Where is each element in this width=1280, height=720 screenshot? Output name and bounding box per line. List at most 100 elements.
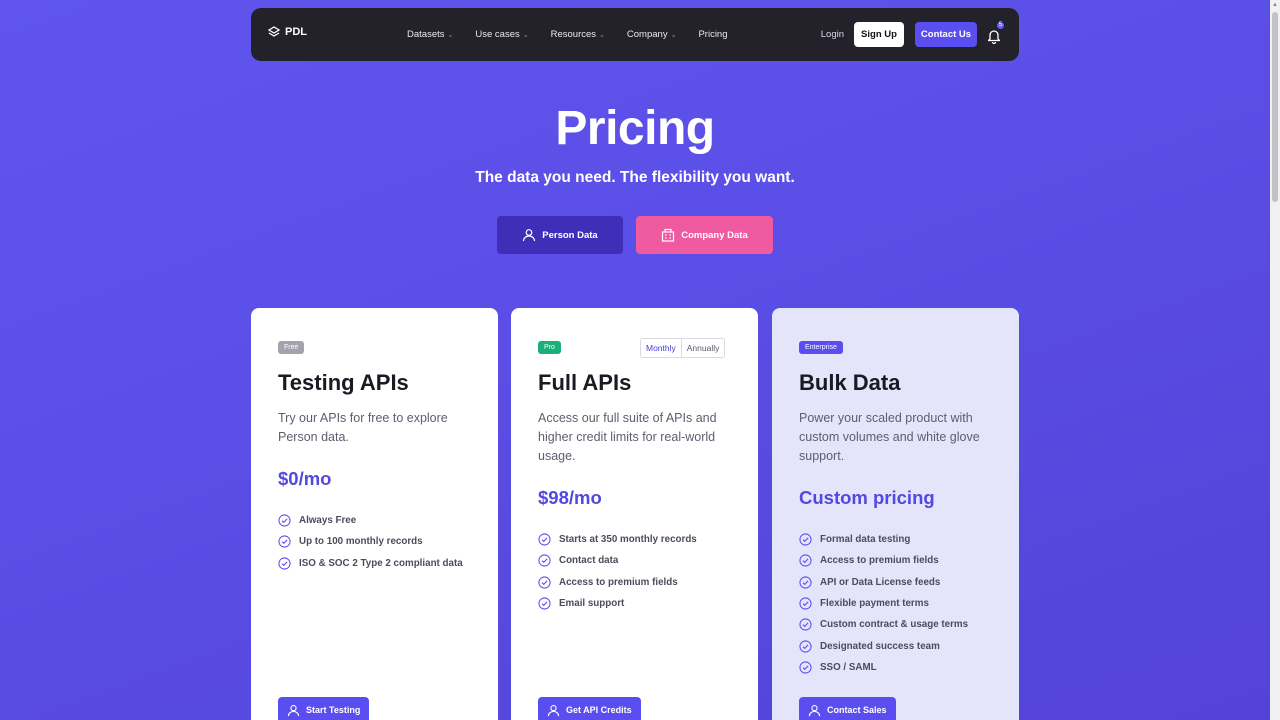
check-circle-icon: [538, 597, 551, 610]
plan-price: $0/mo: [278, 468, 332, 489]
check-circle-icon: [799, 533, 812, 546]
feature-label: Access to premium fields: [820, 555, 939, 567]
pdl-logo-icon: [267, 26, 281, 37]
nav-links: Datasets ⌄ Use cases ⌄ Resources ⌄ Company ⌄…: [407, 8, 750, 61]
start-testing-button[interactable]: Start Testing: [278, 697, 370, 720]
cta-label: Start Testing: [306, 705, 361, 715]
chevron-down-icon: ⌄: [522, 31, 529, 39]
feature-label: ISO & SOC 2 Type 2 compliant data: [299, 557, 463, 569]
billing-monthly-option[interactable]: Monthly: [641, 339, 682, 357]
feature-label: Contact data: [559, 555, 619, 567]
person-data-label: Person Data: [542, 229, 598, 241]
feature-item: Contact data: [538, 550, 697, 571]
building-icon: [662, 228, 675, 242]
nav-item-label: Company: [626, 29, 668, 40]
login-link[interactable]: Login: [821, 29, 844, 40]
feature-item: Up to 100 monthly records: [278, 531, 463, 552]
chevron-down-icon: ⌄: [670, 31, 677, 39]
top-nav: PDL Datasets ⌄ Use cases ⌄ Resources ⌄ Comp…: [251, 8, 1019, 61]
plan-title: Full APIs: [538, 370, 632, 395]
feature-item: ISO & SOC 2 Type 2 compliant data: [278, 553, 463, 574]
plan-description: Access our full suite of APIs and higher…: [538, 411, 717, 463]
nav-item-label: Use cases: [475, 29, 520, 40]
contact-us-button[interactable]: Contact Us: [915, 22, 977, 47]
check-circle-icon: [278, 535, 291, 549]
person-icon: [547, 704, 560, 716]
check-circle-icon: [799, 640, 812, 653]
chevron-down-icon: ⌄: [447, 31, 454, 39]
plan-card-enterprise: Enterprise Bulk Data Power your scaled p…: [772, 308, 1019, 720]
plan-badge: Free: [278, 341, 305, 354]
person-data-tab[interactable]: Person Data: [497, 216, 623, 254]
sign-up-button[interactable]: Sign Up: [854, 22, 904, 47]
chevron-down-icon: ⌄: [599, 31, 605, 39]
nav-item-use-cases[interactable]: Use cases ⌄: [475, 29, 528, 40]
feature-label: Access to premium fields: [559, 576, 678, 588]
check-circle-icon: [278, 514, 291, 527]
feature-list: Starts at 350 monthly records Contact da…: [538, 529, 697, 614]
feature-item: Always Free: [278, 510, 463, 531]
feature-item: SSO / SAML: [799, 657, 968, 678]
check-circle-icon: [799, 576, 812, 589]
nav-item-label: Resources: [550, 29, 597, 40]
company-data-tab[interactable]: Company Data: [636, 216, 773, 254]
nav-item-company[interactable]: Company ⌄: [627, 29, 677, 40]
feature-item: Custom contract & usage terms: [799, 614, 968, 635]
nav-item-label: Pricing: [698, 29, 728, 40]
nav-actions: Login Sign Up Contact Us 5: [821, 8, 1005, 61]
feature-label: Email support: [559, 598, 625, 610]
plan-description: Power your scaled product with custom vo…: [799, 411, 980, 463]
company-data-label: Company Data: [681, 229, 748, 241]
scrollbar-thumb[interactable]: [1272, 12, 1278, 202]
notifications-button[interactable]: 5: [987, 20, 1005, 44]
nav-item-datasets[interactable]: Datasets ⌄: [407, 29, 453, 40]
plan-card-free: Free Testing APIs Try our APIs for free …: [251, 308, 498, 720]
feature-label: SSO / SAML: [820, 661, 877, 673]
check-circle-icon: [799, 618, 812, 631]
feature-label: Custom contract & usage terms: [820, 619, 969, 631]
feature-item: Formal data testing: [799, 529, 968, 550]
feature-label: Flexible payment terms: [820, 598, 929, 610]
feature-label: API or Data License feeds: [820, 576, 941, 588]
check-circle-icon: [538, 554, 551, 568]
plan-title: Testing APIs: [278, 370, 409, 395]
feature-item: Flexible payment terms: [799, 593, 968, 614]
get-api-credits-button[interactable]: Get API Credits: [538, 697, 641, 720]
brand-logo[interactable]: PDL: [267, 26, 307, 38]
plan-card-pro: Pro Monthly Annually Full APIs Access ou…: [511, 308, 758, 720]
feature-label: Starts at 350 monthly records: [559, 534, 697, 546]
plan-description: Try our APIs for free to explore Person …: [278, 411, 448, 444]
scroll-up-arrow-icon[interactable]: ▲: [1272, 2, 1278, 8]
feature-item: API or Data License feeds: [799, 572, 968, 593]
billing-annually-option[interactable]: Annually: [682, 339, 725, 357]
feature-label: Up to 100 monthly records: [299, 536, 423, 548]
check-circle-icon: [799, 661, 812, 674]
check-circle-icon: [538, 533, 551, 546]
page-subtitle: The data you need. The flexibility you w…: [475, 169, 795, 186]
plan-badge: Pro: [538, 341, 561, 354]
page-title: Pricing: [555, 102, 715, 155]
brand-name: PDL: [285, 26, 307, 38]
person-icon: [808, 704, 821, 716]
check-circle-icon: [538, 576, 551, 589]
person-icon: [287, 704, 300, 716]
nav-item-resources[interactable]: Resources ⌄: [551, 29, 605, 40]
notification-count-badge: 5: [996, 20, 1005, 30]
feature-list: Always Free Up to 100 monthly records IS…: [278, 510, 463, 574]
cta-label: Get API Credits: [566, 705, 632, 715]
nav-item-pricing[interactable]: Pricing: [698, 29, 727, 40]
feature-item: Email support: [538, 593, 697, 614]
page-scrollbar[interactable]: ▲: [1270, 0, 1280, 720]
nav-item-label: Datasets: [407, 29, 445, 40]
plan-price: Custom pricing: [799, 487, 935, 508]
plan-price: $98/mo: [538, 487, 602, 508]
bell-icon: [987, 29, 1001, 44]
feature-item: Access to premium fields: [538, 572, 697, 593]
person-icon: [523, 229, 536, 242]
feature-list: Formal data testing Access to premium fi…: [799, 529, 968, 678]
plan-title: Bulk Data: [799, 370, 901, 395]
feature-label: Designated success team: [820, 640, 940, 652]
cta-label: Contact Sales: [827, 705, 887, 715]
contact-sales-button[interactable]: Contact Sales: [799, 697, 896, 720]
billing-period-toggle: Monthly Annually: [640, 338, 726, 358]
